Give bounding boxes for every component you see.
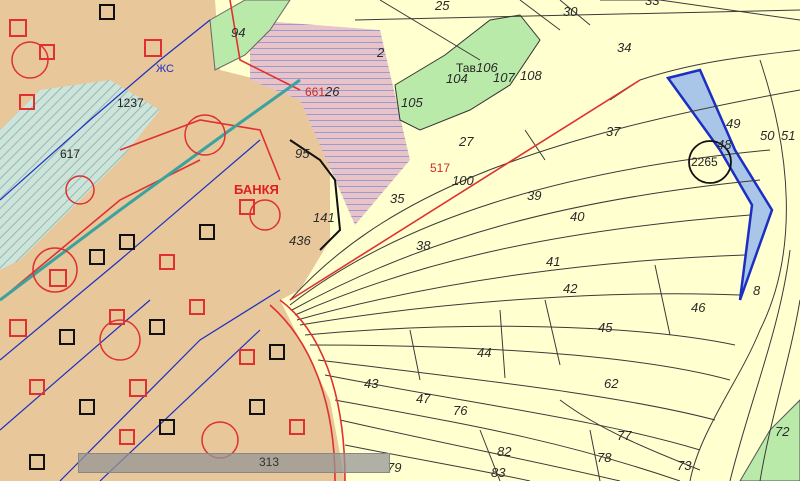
parcel-label: 33 xyxy=(645,0,660,8)
area-label-517: 517 xyxy=(430,161,450,175)
parcel-label: 37 xyxy=(606,124,621,139)
parcel-label: 38 xyxy=(416,238,431,253)
parcel-label: 108 xyxy=(520,68,542,83)
parcel-label: 50 xyxy=(760,128,775,143)
parcel-label: 76 xyxy=(453,403,468,418)
parcel-label: 30 xyxy=(563,4,578,19)
parcel-label: 77 xyxy=(617,428,632,443)
parcel-label: 73 xyxy=(677,458,692,473)
area-label-bank: БАНКЯ xyxy=(234,182,279,197)
parcel-label: 48 xyxy=(717,137,732,152)
area-label-tav: Тав xyxy=(456,61,476,75)
parcel-label: 46 xyxy=(691,300,706,315)
parcel-label: 44 xyxy=(477,345,491,360)
parcel-label: 2 xyxy=(376,45,385,60)
parcel-label: 107 xyxy=(493,70,515,85)
parcel-label: 49 xyxy=(726,116,740,131)
parcel-label: 72 xyxy=(775,424,790,439)
parcel-label: 78 xyxy=(597,450,612,465)
parcel-label: 42 xyxy=(563,281,578,296)
parcel-label: 617 xyxy=(60,147,80,161)
cadastral-map[interactable]: 25 30 33 34 35 26 105 104 106 107 108 27… xyxy=(0,0,800,481)
parcel-label: 27 xyxy=(458,134,474,149)
parcel-label: 47 xyxy=(416,391,431,406)
parcel-label: 436 xyxy=(289,233,311,248)
parcel-label: 25 xyxy=(434,0,450,13)
parcel-label: 51 xyxy=(781,128,795,143)
area-label-zhs: ЖС xyxy=(156,63,174,75)
parcel-label: 82 xyxy=(497,444,512,459)
parcel-label: 40 xyxy=(570,209,585,224)
parcel-label: 141 xyxy=(313,210,335,225)
parcel-label: 34 xyxy=(617,40,631,55)
parcel-label: 39 xyxy=(527,188,541,203)
parcel-label: 94 xyxy=(231,25,245,40)
parcel-label: 8 xyxy=(753,283,761,298)
parcel-label: 45 xyxy=(598,320,613,335)
scale-bar-text: 313 xyxy=(259,455,280,469)
parcel-label: 1237 xyxy=(117,96,144,110)
scale-bar: 313 xyxy=(78,453,390,473)
parcel-label: 43 xyxy=(364,376,379,391)
parcel-label: 100 xyxy=(452,173,474,188)
parcel-label: 26 xyxy=(324,84,340,99)
parcel-label: 35 xyxy=(390,191,405,206)
parcel-label: 41 xyxy=(546,254,560,269)
parcel-label: 105 xyxy=(401,95,423,110)
parcel-label: 83 xyxy=(491,465,506,480)
parcel-id-label: 2265 xyxy=(691,155,718,169)
parcel-label: 62 xyxy=(604,376,619,391)
area-label-661: 661 xyxy=(305,85,325,99)
parcel-label: 95 xyxy=(295,146,310,161)
